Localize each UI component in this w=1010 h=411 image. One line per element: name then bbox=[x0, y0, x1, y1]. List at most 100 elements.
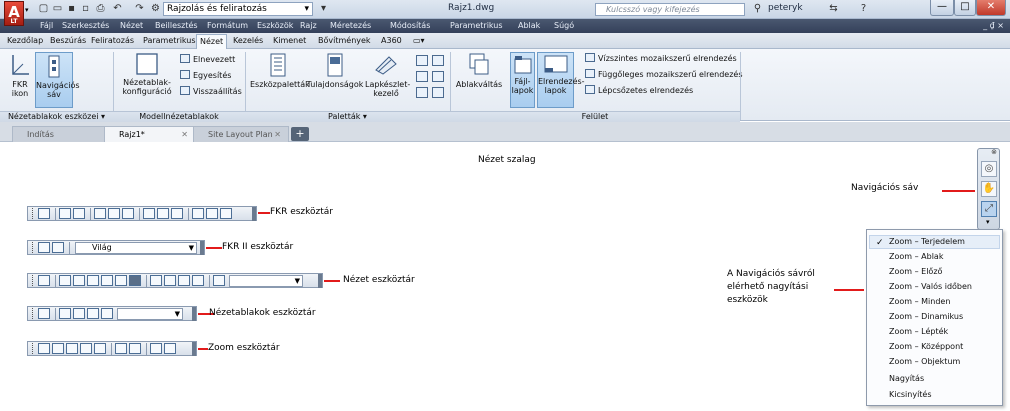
tool-palettes-button[interactable]: Eszközpaletták bbox=[250, 52, 310, 108]
viewports-toolbar[interactable]: ▼ bbox=[27, 306, 197, 321]
ucs-ii-toolbar[interactable]: Világ ▼ bbox=[27, 240, 205, 255]
zoom-toolbar[interactable] bbox=[27, 341, 197, 356]
zoom-all-icon[interactable] bbox=[150, 343, 162, 354]
menu-file[interactable]: Fájl bbox=[40, 19, 53, 33]
binoculars-icon[interactable]: ⚲ bbox=[752, 3, 763, 14]
menu-item-zoom-all[interactable]: Zoom – Minden bbox=[889, 297, 950, 307]
ucs-world-icon[interactable] bbox=[59, 208, 71, 219]
menu-dimension[interactable]: Méretezés bbox=[330, 19, 371, 33]
toolbar-close-icon[interactable] bbox=[318, 274, 322, 288]
menu-window[interactable]: Ablak bbox=[518, 19, 540, 33]
top-view-icon[interactable] bbox=[59, 275, 71, 286]
workspace-selector[interactable]: Rajzolás és feliratozás ▾ bbox=[163, 2, 313, 16]
ucs-object-icon[interactable] bbox=[108, 208, 120, 219]
viewport-scale-combo[interactable]: ▼ bbox=[117, 307, 183, 320]
close-button[interactable]: ✕ bbox=[976, 0, 1006, 16]
ucs-y-icon[interactable] bbox=[206, 208, 218, 219]
ribbon-toggle-icon[interactable]: ▭▾ bbox=[410, 34, 428, 49]
toolbar-grip[interactable] bbox=[32, 343, 35, 354]
ucs-toolbar[interactable] bbox=[27, 206, 257, 221]
ucs-icon[interactable] bbox=[38, 208, 50, 219]
zoom-scale-icon[interactable] bbox=[66, 343, 78, 354]
palette-icon-6[interactable] bbox=[432, 87, 444, 98]
search-input[interactable]: Kulcsszó vagy kifejezés bbox=[595, 3, 745, 16]
menu-tools[interactable]: Eszközök bbox=[257, 19, 293, 33]
app-menu-arrow-icon[interactable]: ▾ bbox=[25, 6, 29, 14]
menu-item-zoom-in[interactable]: Nagyítás bbox=[889, 374, 924, 384]
menu-item-zoom-realtime[interactable]: Zoom – Valós időben bbox=[889, 282, 972, 292]
print-icon[interactable]: ⎙ bbox=[95, 3, 106, 14]
ucs-icon-button[interactable]: FKR ikon bbox=[6, 52, 34, 108]
toolbar-grip[interactable] bbox=[32, 208, 35, 219]
named-ucs-icon[interactable] bbox=[52, 242, 64, 253]
ucs-3point-icon[interactable] bbox=[171, 208, 183, 219]
view-combo[interactable]: ▼ bbox=[229, 274, 303, 287]
join-viewports-button[interactable]: Egyesítés bbox=[180, 70, 231, 81]
tab-a360[interactable]: A360 bbox=[378, 34, 405, 49]
ucs-icon[interactable] bbox=[38, 242, 50, 253]
panel-viewport-tools[interactable]: Nézetablakok eszközei ▾ bbox=[0, 111, 113, 122]
zoom-out-icon[interactable] bbox=[129, 343, 141, 354]
zoom-center-icon[interactable] bbox=[80, 343, 92, 354]
ucs-face-icon[interactable] bbox=[94, 208, 106, 219]
restore-viewports-button[interactable]: Visszaállítás bbox=[180, 86, 242, 97]
clip-viewport-icon[interactable] bbox=[101, 308, 113, 319]
toolbar-grip[interactable] bbox=[32, 242, 35, 253]
menu-window-controls[interactable]: _ ₫ × bbox=[983, 19, 1004, 33]
menu-item-zoom-extents[interactable]: Zoom – Terjedelem bbox=[889, 237, 965, 247]
tab-manage[interactable]: Kezelés bbox=[230, 34, 266, 49]
toolbar-grip[interactable] bbox=[32, 275, 35, 286]
sw-iso-icon[interactable] bbox=[150, 275, 162, 286]
menu-help[interactable]: Súgó bbox=[554, 19, 574, 33]
zoom-in-icon[interactable] bbox=[115, 343, 127, 354]
tab-addins[interactable]: Bővítmények bbox=[315, 34, 374, 49]
tab-start[interactable]: Indítás bbox=[12, 126, 108, 142]
menu-edit[interactable]: Szerkesztés bbox=[62, 19, 109, 33]
viewport-config-button[interactable]: Nézetablak-konfiguráció bbox=[118, 52, 176, 108]
zoom-extents-icon[interactable]: ⤢ bbox=[981, 201, 997, 217]
undo-icon[interactable]: ↶ bbox=[112, 3, 123, 14]
menu-item-zoom-center[interactable]: Zoom – Középpont bbox=[889, 342, 963, 352]
palette-icon-3[interactable] bbox=[416, 71, 428, 82]
view-toolbar[interactable]: ▼ bbox=[27, 273, 323, 288]
menu-item-zoom-dynamic[interactable]: Zoom – Dinamikus bbox=[889, 312, 963, 322]
maximize-button[interactable]: □ bbox=[954, 0, 976, 16]
menu-item-zoom-scale[interactable]: Zoom – Lépték bbox=[889, 327, 948, 337]
layout-tabs-button[interactable]: Elrendezés-lapok bbox=[537, 52, 585, 108]
save-icon[interactable]: ▪ bbox=[66, 3, 77, 14]
toolbar-close-icon[interactable] bbox=[192, 342, 196, 356]
application-button[interactable]: A LT bbox=[4, 1, 24, 26]
tab-insert[interactable]: Beszúrás bbox=[47, 34, 89, 49]
menu-item-zoom-window[interactable]: Zoom – Ablak bbox=[889, 252, 943, 262]
close-icon[interactable]: ✕ bbox=[274, 127, 281, 142]
palette-icon-2[interactable] bbox=[432, 55, 444, 66]
tab-annotate[interactable]: Feliratozás bbox=[88, 34, 137, 49]
nw-iso-icon[interactable] bbox=[192, 275, 204, 286]
ucs-origin-icon[interactable] bbox=[143, 208, 155, 219]
bottom-view-icon[interactable] bbox=[73, 275, 85, 286]
customize-qa-icon[interactable]: ▾ bbox=[318, 3, 329, 14]
palette-icon-1[interactable] bbox=[416, 55, 428, 66]
zoom-window-icon[interactable] bbox=[38, 343, 50, 354]
tab-site-layout[interactable]: Site Layout Plan ✕ bbox=[193, 126, 289, 142]
panel-palettes[interactable]: Paletták ▾ bbox=[245, 111, 450, 122]
close-icon[interactable]: ✕ bbox=[181, 127, 188, 142]
named-viewports-button[interactable]: Elnevezett bbox=[180, 54, 235, 65]
front-view-icon[interactable] bbox=[115, 275, 127, 286]
file-tabs-button[interactable]: Fájl-lapok bbox=[510, 52, 535, 108]
zoom-object-icon[interactable] bbox=[94, 343, 106, 354]
properties-button[interactable]: Tulajdonságok bbox=[306, 52, 364, 108]
open-file-icon[interactable]: ▭ bbox=[52, 3, 63, 14]
single-viewport-icon[interactable] bbox=[59, 308, 71, 319]
cascade-button[interactable]: Lépcsőzetes elrendezés bbox=[585, 85, 693, 96]
camera-icon[interactable] bbox=[213, 275, 225, 286]
viewports-dialog-icon[interactable] bbox=[38, 308, 50, 319]
left-view-icon[interactable] bbox=[87, 275, 99, 286]
palette-icon-5[interactable] bbox=[416, 87, 428, 98]
redo-icon[interactable]: ↷ bbox=[134, 3, 145, 14]
ne-iso-icon[interactable] bbox=[178, 275, 190, 286]
named-views-icon[interactable] bbox=[38, 275, 50, 286]
tab-output[interactable]: Kimenet bbox=[270, 34, 309, 49]
new-file-icon[interactable]: ▢ bbox=[38, 3, 49, 14]
menu-item-zoom-previous[interactable]: Zoom – Előző bbox=[889, 267, 942, 277]
